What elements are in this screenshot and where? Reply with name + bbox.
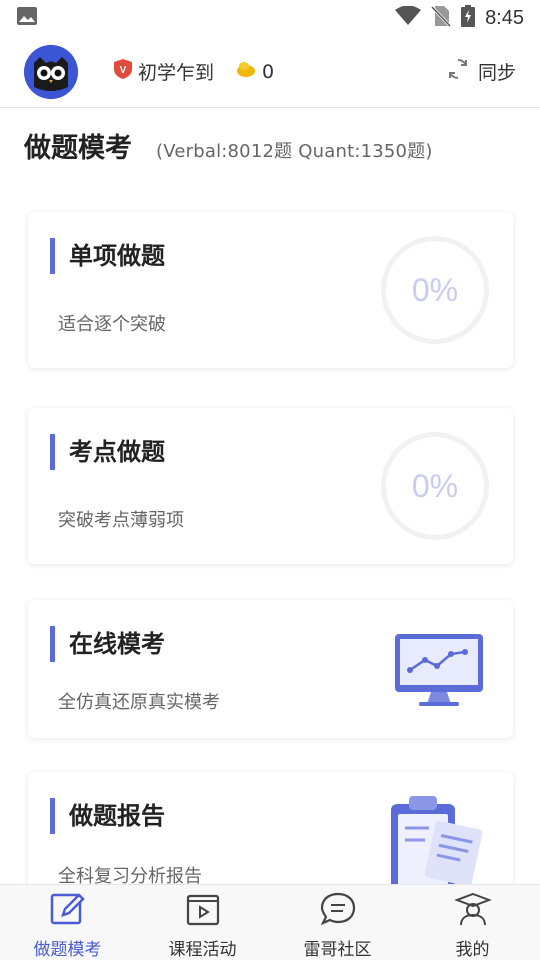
nav-profile[interactable]: 我的 bbox=[405, 885, 540, 960]
image-icon bbox=[16, 6, 38, 30]
graduate-icon bbox=[453, 891, 492, 931]
video-icon bbox=[184, 891, 222, 931]
coin-count: 0 bbox=[236, 60, 274, 83]
progress-ring: 0% bbox=[381, 432, 489, 540]
page-title-row: 做题模考 (Verbal:8012题 Quant:1350题) bbox=[24, 126, 433, 166]
no-sim-icon bbox=[430, 5, 452, 31]
coin-value: 0 bbox=[262, 60, 275, 83]
wifi-icon bbox=[395, 5, 422, 30]
card-desc: 全仿真还原真实模考 bbox=[58, 692, 220, 713]
clipboard-report-icon bbox=[389, 794, 485, 898]
sync-button[interactable]: 同步 bbox=[446, 57, 516, 86]
battery-charging-icon bbox=[461, 5, 476, 31]
bottom-nav: 做题模考 课程活动 雷哥社区 我的 bbox=[0, 884, 540, 960]
page-title: 做题模考 bbox=[24, 133, 132, 164]
user-level: V 初学乍到 bbox=[114, 58, 214, 85]
header: V 初学乍到 0 同步 bbox=[0, 36, 540, 108]
shield-icon: V bbox=[114, 59, 132, 84]
status-time: 8:45 bbox=[485, 6, 524, 29]
chat-icon bbox=[319, 891, 357, 931]
card-title: 做题报告 bbox=[50, 798, 165, 834]
nav-practice-mock[interactable]: 做题模考 bbox=[0, 885, 135, 960]
status-bar: 8:45 bbox=[0, 0, 540, 36]
nav-label: 雷哥社区 bbox=[303, 940, 372, 960]
nav-courses[interactable]: 课程活动 bbox=[135, 885, 270, 960]
edit-icon bbox=[49, 891, 87, 931]
sync-label: 同步 bbox=[477, 62, 516, 84]
sync-icon bbox=[446, 57, 470, 86]
nav-community[interactable]: 雷哥社区 bbox=[270, 885, 405, 960]
progress-ring: 0% bbox=[381, 236, 489, 344]
card-title: 单项做题 bbox=[50, 238, 165, 274]
coin-icon bbox=[236, 60, 256, 83]
nav-label: 我的 bbox=[455, 940, 490, 960]
level-label: 初学乍到 bbox=[138, 62, 215, 84]
card-desc: 突破考点薄弱项 bbox=[58, 510, 184, 531]
avatar[interactable] bbox=[24, 44, 78, 99]
progress-value: 0% bbox=[411, 271, 459, 308]
svg-text:V: V bbox=[120, 65, 127, 76]
monitor-chart-icon bbox=[395, 632, 483, 712]
card-title: 在线模考 bbox=[50, 626, 165, 662]
card-title: 考点做题 bbox=[50, 434, 165, 470]
question-counts: (Verbal:8012题 Quant:1350题) bbox=[156, 141, 433, 162]
owl-avatar-icon bbox=[24, 44, 78, 99]
progress-value: 0% bbox=[411, 467, 459, 504]
card-single-practice[interactable]: 单项做题 适合逐个突破 0% bbox=[28, 212, 513, 368]
nav-label: 课程活动 bbox=[168, 940, 237, 960]
card-desc: 适合逐个突破 bbox=[58, 314, 166, 335]
card-topic-practice[interactable]: 考点做题 突破考点薄弱项 0% bbox=[28, 408, 513, 564]
card-online-mock[interactable]: 在线模考 全仿真还原真实模考 bbox=[28, 600, 513, 738]
nav-label: 做题模考 bbox=[33, 940, 102, 960]
